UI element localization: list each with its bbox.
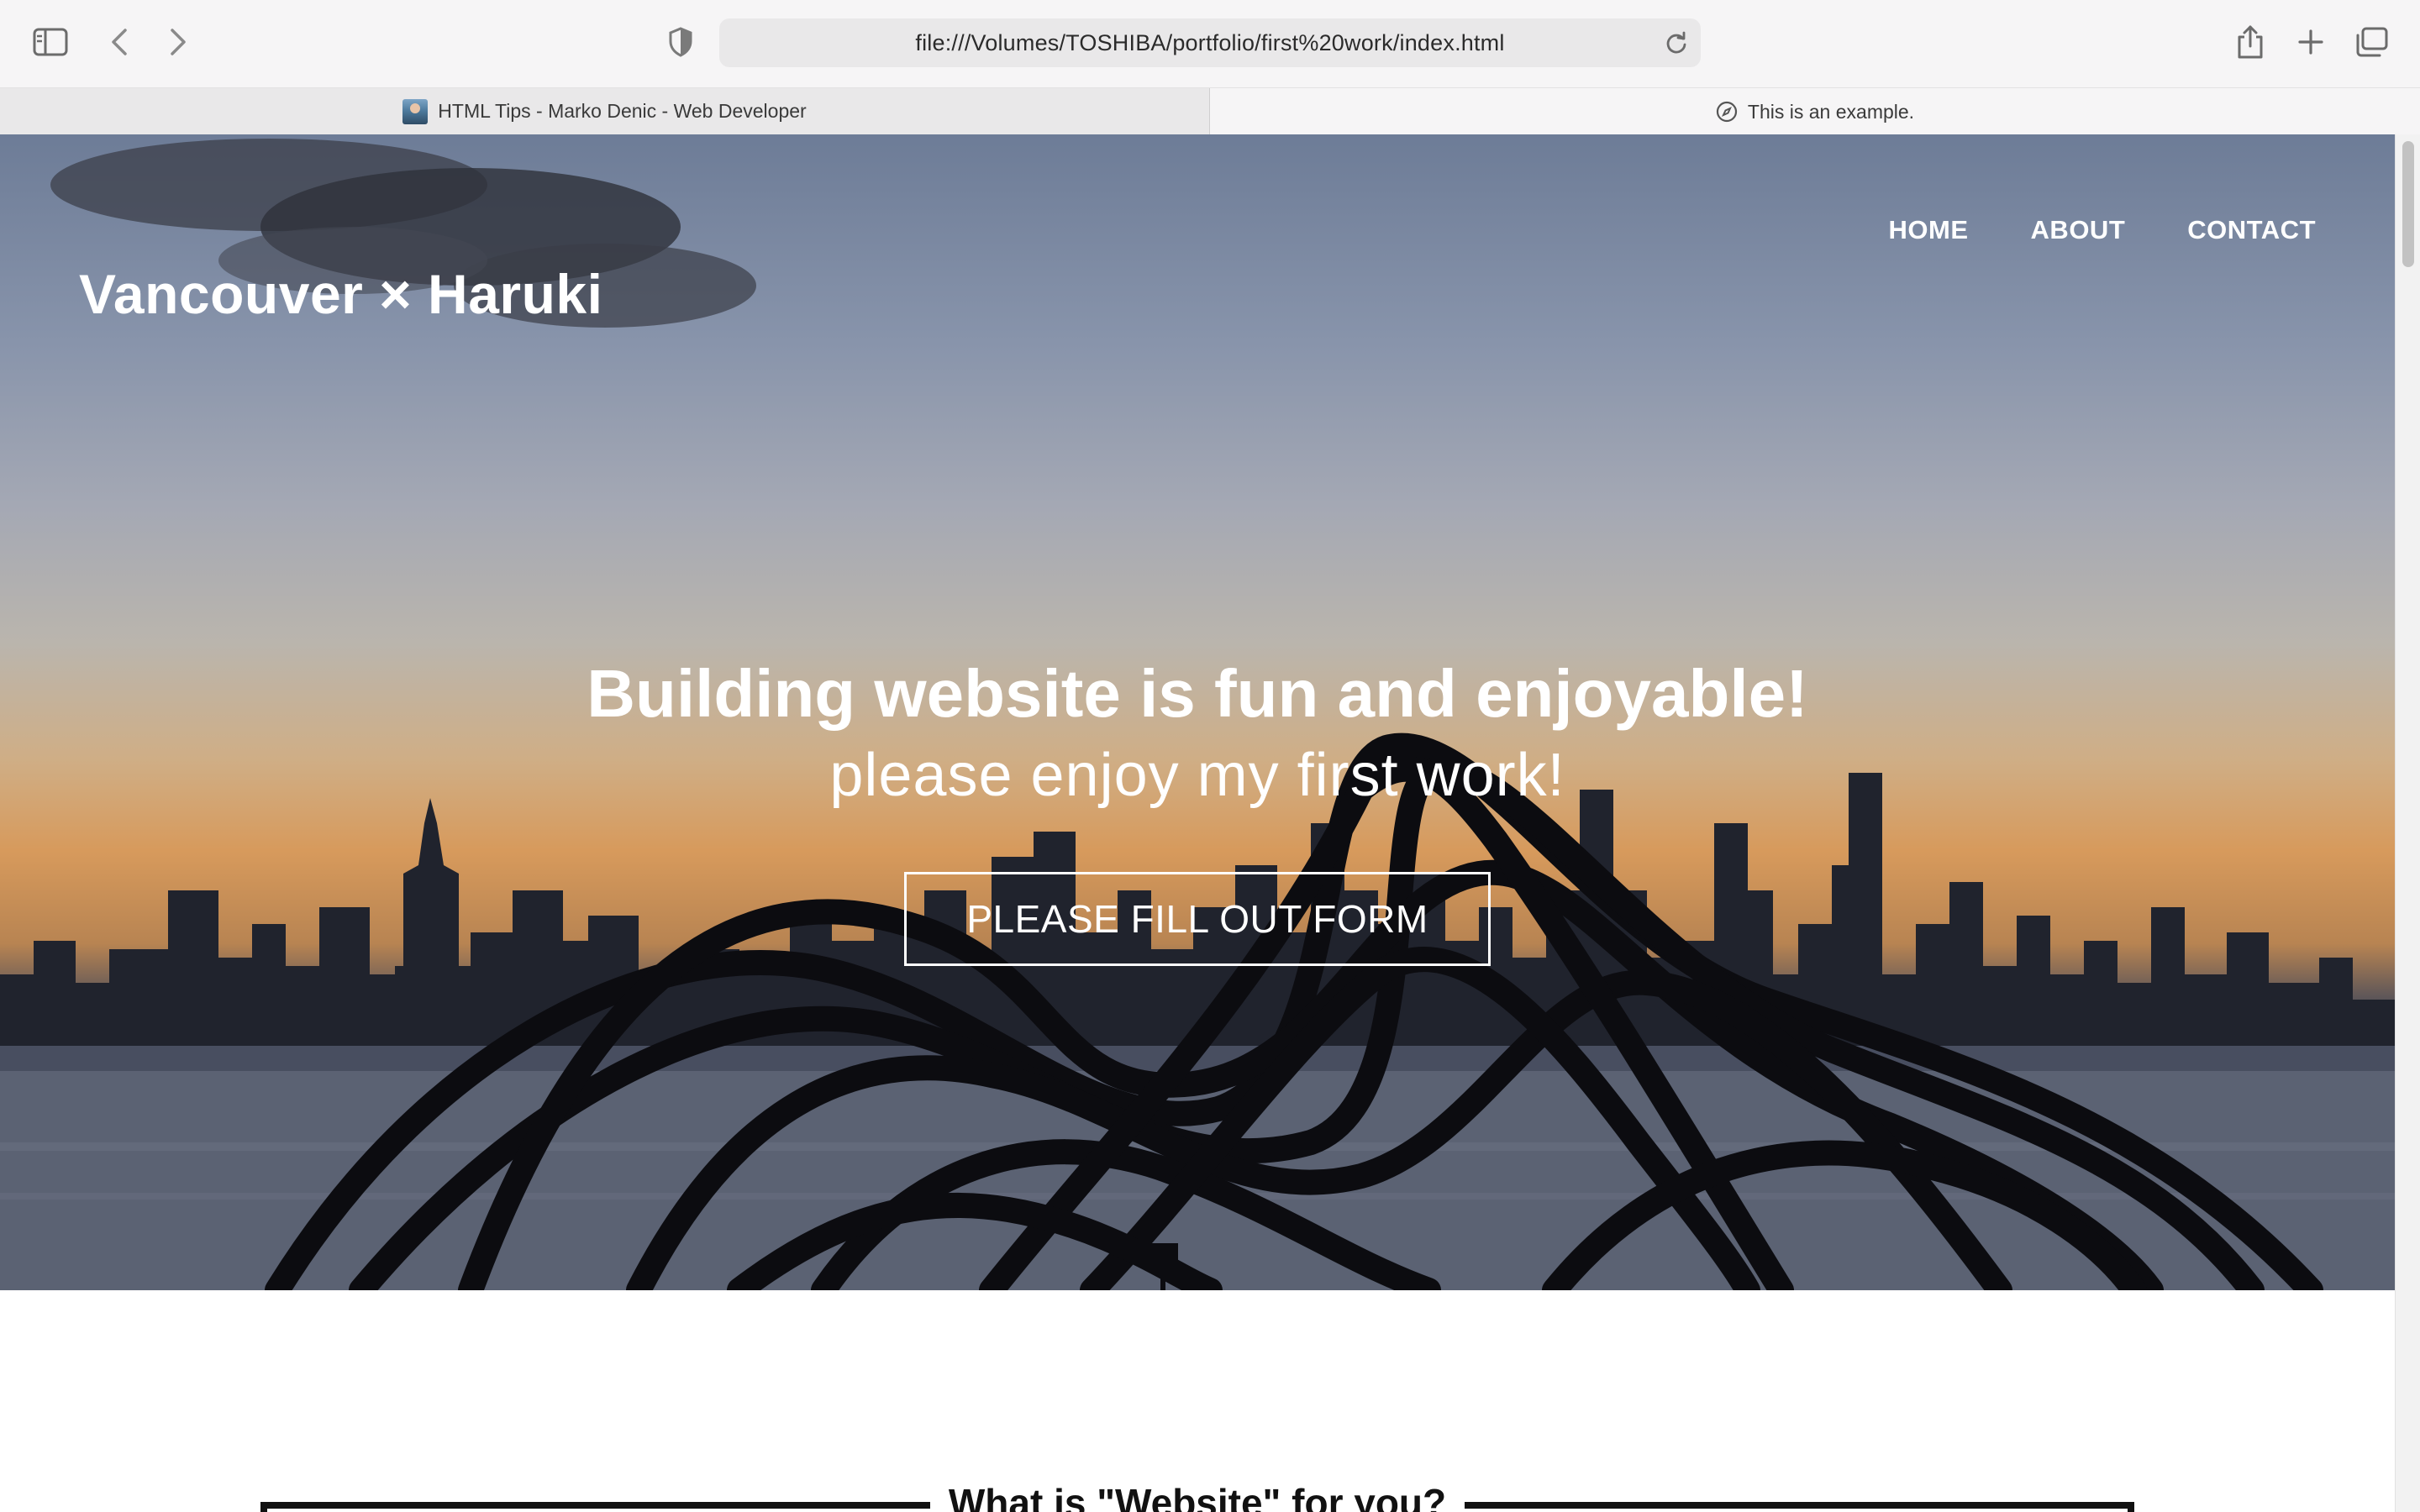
reload-icon[interactable] [1662, 29, 1691, 57]
nav-home-link[interactable]: HOME [1889, 215, 1969, 245]
section-title: What is "Website" for you? [0, 1480, 2395, 1512]
chevron-left-icon[interactable] [103, 24, 136, 60]
fill-out-form-button[interactable]: PLEASE FILL OUT FORM [904, 872, 1491, 966]
hero-title: Building website is fun and enjoyable! [587, 656, 1808, 731]
address-bar[interactable]: file:///Volumes/TOSHIBA/portfolio/first%… [719, 18, 1701, 67]
sidebar-icon[interactable] [30, 24, 71, 60]
web-page: Vancouver × Haruki HOME ABOUT CONTACT Bu… [0, 134, 2395, 1512]
tab-example[interactable]: This is an example. [1210, 88, 2420, 135]
nav-contact-link[interactable]: CONTACT [2187, 215, 2316, 245]
main-nav: HOME ABOUT CONTACT [1889, 215, 2316, 245]
tab-title: This is an example. [1747, 100, 1915, 123]
nav-about-link[interactable]: ABOUT [2031, 215, 2126, 245]
tabs-overview-icon[interactable] [2351, 24, 2391, 60]
hero-subtitle: please enjoy my first work! [829, 742, 1565, 809]
scrollbar-thumb[interactable] [2402, 141, 2414, 267]
tab-bar: HTML Tips - Marko Denic - Web Developer … [0, 87, 2420, 135]
plus-icon[interactable] [2292, 24, 2329, 60]
url-text[interactable]: file:///Volumes/TOSHIBA/portfolio/first%… [719, 18, 1701, 67]
site-logo[interactable]: Vancouver × Haruki [79, 262, 602, 326]
chevron-right-icon[interactable] [161, 24, 195, 60]
browser-toolbar: file:///Volumes/TOSHIBA/portfolio/first%… [0, 0, 2420, 87]
shield-icon[interactable] [664, 24, 697, 60]
share-icon[interactable] [2232, 22, 2269, 62]
section-title-text: What is "Website" for you? [929, 1481, 1465, 1512]
compass-icon [1716, 101, 1738, 123]
page-scrollbar[interactable] [2395, 134, 2420, 1512]
favicon-icon [402, 98, 429, 124]
tab-title: HTML Tips - Marko Denic - Web Developer [438, 100, 807, 122]
tab-html-tips[interactable]: HTML Tips - Marko Denic - Web Developer [0, 88, 1210, 135]
hero-section: Vancouver × Haruki HOME ABOUT CONTACT Bu… [0, 134, 2395, 1290]
